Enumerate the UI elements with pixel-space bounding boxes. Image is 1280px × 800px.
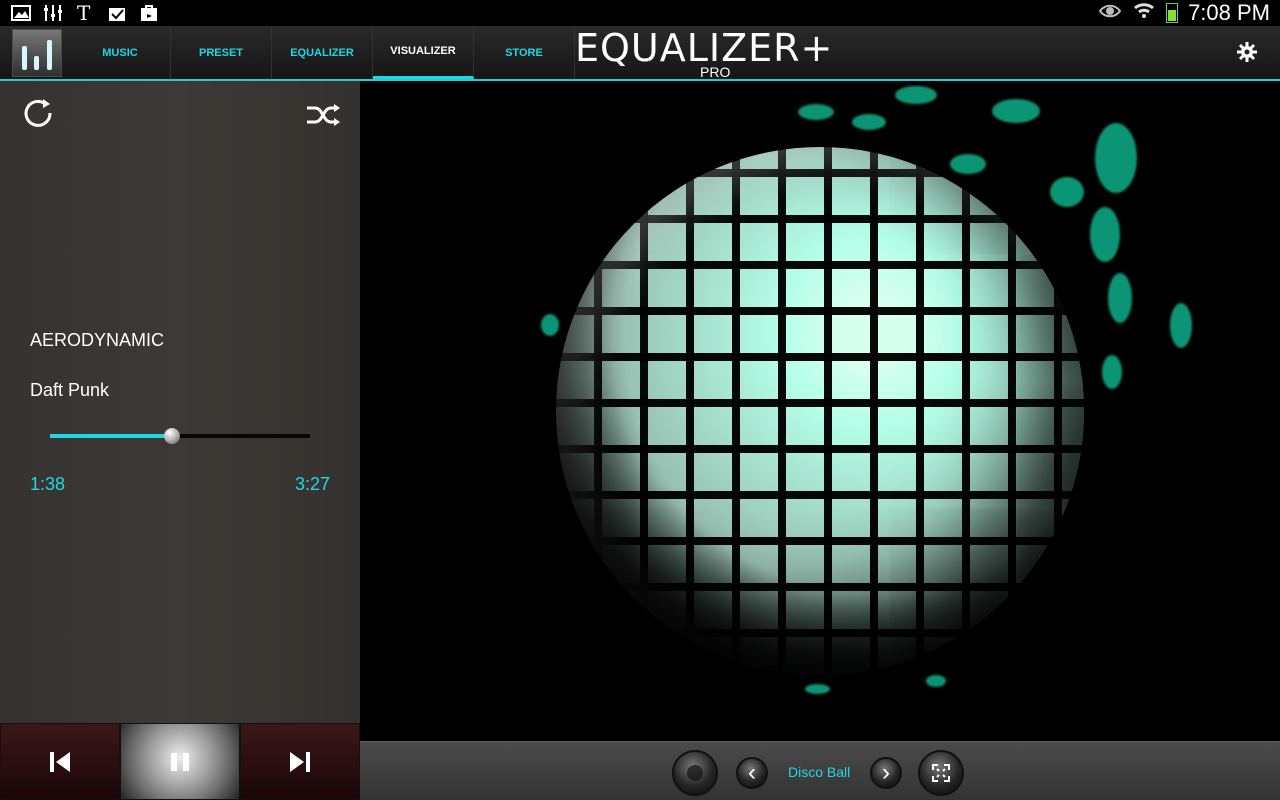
newspaper-icon: T [74,1,96,25]
fullscreen-icon [932,764,950,782]
elapsed-time: 1:38 [30,474,66,494]
chevron-left-icon: ‹ [748,759,756,786]
visualizer-glow [1108,273,1132,323]
app-brand: EQUALIZER+ PRO [575,26,834,80]
pinwheel-icon [687,765,703,781]
previous-button[interactable] [0,723,120,800]
visualizer-controls: ‹ Disco Ball › [360,741,1280,800]
status-left-icons: T [10,1,160,25]
song-title: AERODYNAMIC [30,330,165,350]
visualizer-glow [895,86,937,104]
tab-preset[interactable]: PRESET [171,26,272,79]
seek-bar[interactable] [50,428,310,444]
equalizer-icon [42,3,64,23]
app-title: EQUALIZER+ [575,26,834,70]
visualizer-style-button[interactable] [672,750,718,796]
tab-visualizer[interactable]: VISUALIZER [373,26,474,79]
playback-controls [0,723,360,800]
visualizer-glow [852,114,886,130]
logo-slider-bar [34,55,40,70]
artist-name: Daft Punk [30,380,110,400]
visualizer-glow [1102,355,1122,389]
previous-preset-button[interactable]: ‹ [736,757,768,789]
app-subtitle: PRO [700,64,731,80]
total-time: 3:27 [294,474,330,494]
app-logo[interactable] [12,28,62,77]
svg-text:T: T [77,3,91,23]
visualizer-glow [805,684,830,694]
chevron-right-icon: › [882,759,890,786]
logo-slider-bar [47,39,53,70]
eye-icon [1098,0,1122,26]
visualizer-glow [926,675,946,687]
next-preset-button[interactable]: › [870,757,902,789]
repeat-icon[interactable] [22,97,55,130]
battery-icon [1166,3,1179,23]
player-panel: AERODYNAMIC Daft Punk 1:38 3:27 [0,81,360,723]
shopping-bag-icon [138,3,160,23]
previous-icon [50,751,70,772]
visualizer-glow [992,99,1040,123]
visualizer-glow [798,104,834,120]
pause-icon [171,752,189,771]
tab-music[interactable]: MUSIC [70,26,171,79]
visualizer-glow [1090,207,1120,262]
disco-ball-visualizer [360,81,1280,741]
status-right: 7:08 PM [1098,0,1270,26]
fullscreen-button[interactable] [918,750,964,796]
visualizer-preset-label: Disco Ball [788,764,851,780]
gear-icon[interactable] [1236,41,1258,63]
next-button[interactable] [240,723,360,800]
visualizer-glow [1170,303,1192,348]
status-bar: T 7:08 PM [0,0,1280,26]
top-navigation: MUSIC PRESET EQUALIZER VISUALIZER STORE … [0,26,1280,81]
status-time: 7:08 PM [1188,0,1270,25]
pause-button[interactable] [120,723,240,800]
visualizer-glow [950,154,986,174]
visualizer-glow [1095,123,1137,193]
image-icon [10,3,32,23]
tab-store[interactable]: STORE [474,26,575,79]
tab-equalizer[interactable]: EQUALIZER [272,26,373,79]
seek-progress [50,434,173,438]
seek-thumb[interactable] [164,428,181,444]
logo-slider-bar [21,45,27,70]
visualizer-glow [541,314,559,336]
visualizer-glow [1050,177,1084,207]
next-icon [290,751,310,772]
disco-ball [556,147,1084,675]
wifi-icon [1132,0,1156,26]
checkmark-bag-icon [106,3,128,23]
shuffle-icon[interactable] [305,103,341,127]
